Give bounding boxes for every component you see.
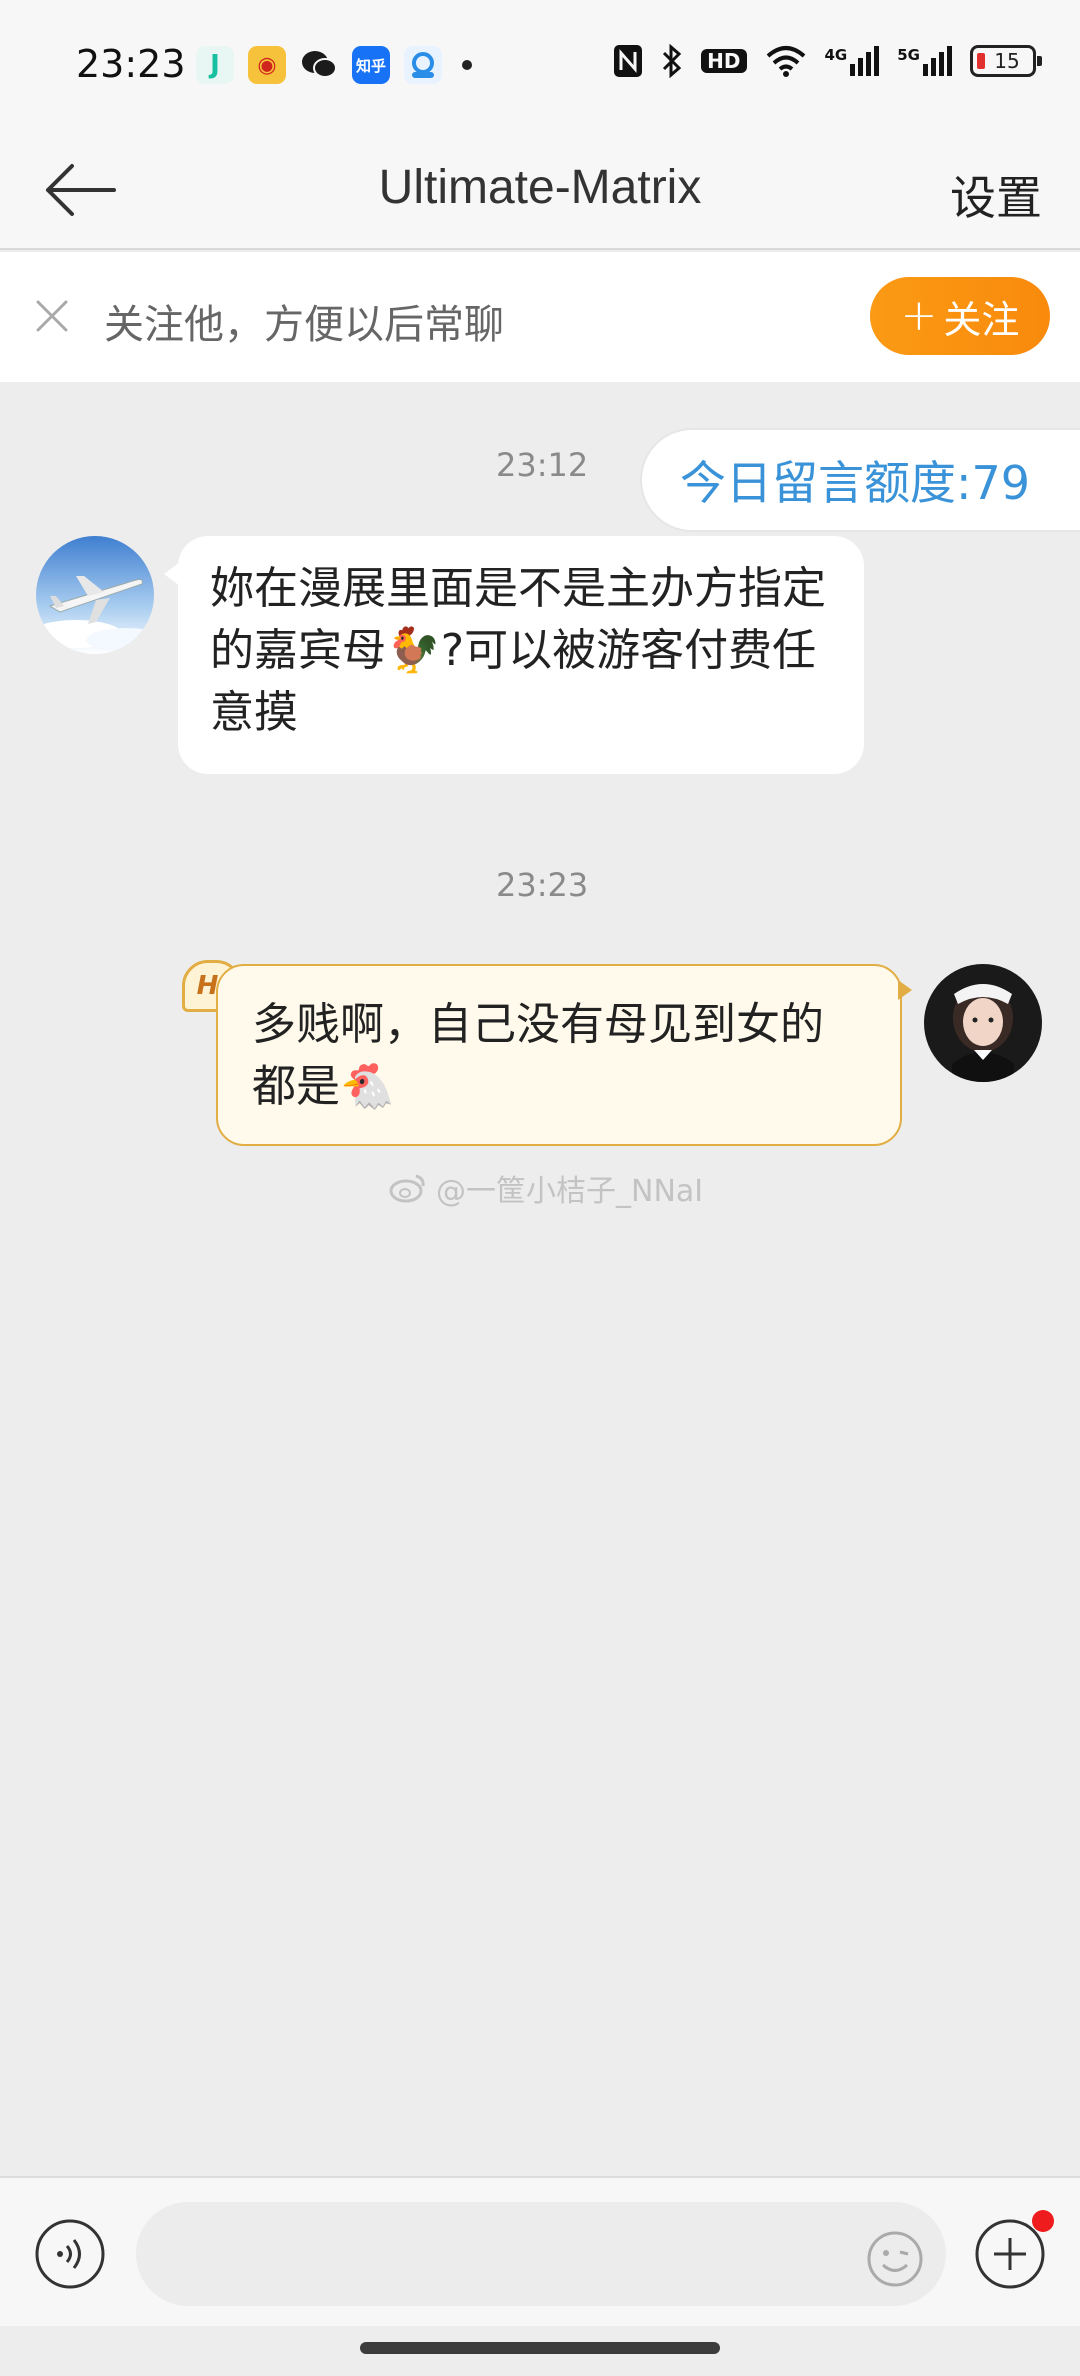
notification-dot bbox=[462, 60, 472, 70]
plus-icon: + bbox=[900, 290, 938, 341]
zhihu-icon: 知乎 bbox=[352, 46, 390, 84]
status-indicators: HD 4G 5G 15 bbox=[613, 44, 1042, 78]
outgoing-message-text: 多贱啊，自己没有母见到女的都是🐔 bbox=[252, 999, 824, 1112]
settings-button[interactable]: 设置 bbox=[950, 162, 1042, 228]
sender-avatar[interactable] bbox=[36, 536, 154, 654]
message-timestamp: 23:23 bbox=[496, 866, 589, 904]
message-input-bar bbox=[0, 2176, 1080, 2326]
security-icon bbox=[404, 46, 442, 84]
5g-signal-icon: 5G bbox=[897, 46, 952, 76]
close-icon bbox=[36, 300, 68, 332]
page-title: Ultimate-Matrix bbox=[378, 161, 702, 214]
5g-label: 5G bbox=[897, 46, 920, 64]
outgoing-message-bubble[interactable]: 多贱啊，自己没有母见到女的都是🐔 bbox=[216, 964, 902, 1146]
unread-dot bbox=[1032, 2210, 1054, 2232]
my-avatar[interactable] bbox=[924, 964, 1042, 1082]
battery-indicator: 15 bbox=[970, 45, 1042, 77]
hd-icon: HD bbox=[701, 49, 747, 73]
weibo-icon bbox=[389, 1174, 425, 1203]
home-indicator[interactable] bbox=[360, 2342, 720, 2354]
wifi-icon bbox=[766, 46, 805, 77]
incoming-message-text: 妳在漫展里面是不是主办方指定的嘉宾母🐓?可以被游客付费任意摸 bbox=[210, 563, 826, 738]
emoji-icon bbox=[867, 2231, 923, 2287]
wechat-icon bbox=[300, 46, 338, 84]
battery-level: 15 bbox=[994, 49, 1020, 73]
status-time: 23:23 bbox=[76, 42, 186, 86]
status-bar: 23:23 J ◉ 知乎 HD 4G 5G 15 bbox=[0, 0, 1080, 128]
status-app-icons: J ◉ 知乎 bbox=[196, 46, 472, 84]
4g-signal-icon: 4G bbox=[825, 46, 880, 76]
follow-button-label: 关注 bbox=[943, 297, 1020, 342]
follow-banner: 关注他，方便以后常聊 + 关注 bbox=[0, 252, 1080, 382]
bluetooth-icon bbox=[663, 44, 682, 78]
airplane-avatar-image bbox=[36, 536, 154, 654]
4g-label: 4G bbox=[824, 46, 848, 64]
voice-input-button[interactable] bbox=[34, 2218, 106, 2290]
message-input[interactable] bbox=[136, 2202, 946, 2306]
incoming-message-bubble[interactable]: 妳在漫展里面是不是主办方指定的嘉宾母🐓?可以被游客付费任意摸 bbox=[164, 536, 864, 774]
close-banner-button[interactable] bbox=[32, 296, 72, 336]
voice-icon bbox=[35, 2219, 105, 2289]
bubble-tail bbox=[898, 980, 912, 1000]
follow-prompt-text: 关注他，方便以后常聊 bbox=[104, 302, 504, 348]
nfc-icon bbox=[614, 45, 643, 77]
nav-bar: Ultimate-Matrix 设置 bbox=[0, 128, 1080, 250]
user-avatar-image bbox=[924, 964, 1042, 1082]
follow-button[interactable]: + 关注 bbox=[870, 277, 1050, 355]
weibo-icon: ◉ bbox=[248, 46, 286, 84]
emoji-button[interactable] bbox=[866, 2230, 924, 2288]
watermark-text: @一筐小桔子_NNaI bbox=[436, 1174, 704, 1209]
weibo-watermark: @一筐小桔子_NNaI bbox=[388, 1166, 703, 1210]
dianping-icon: J bbox=[196, 46, 234, 84]
message-quota-badge: 今日留言额度:79 bbox=[640, 428, 1080, 532]
message-timestamp: 23:12 bbox=[496, 446, 589, 484]
